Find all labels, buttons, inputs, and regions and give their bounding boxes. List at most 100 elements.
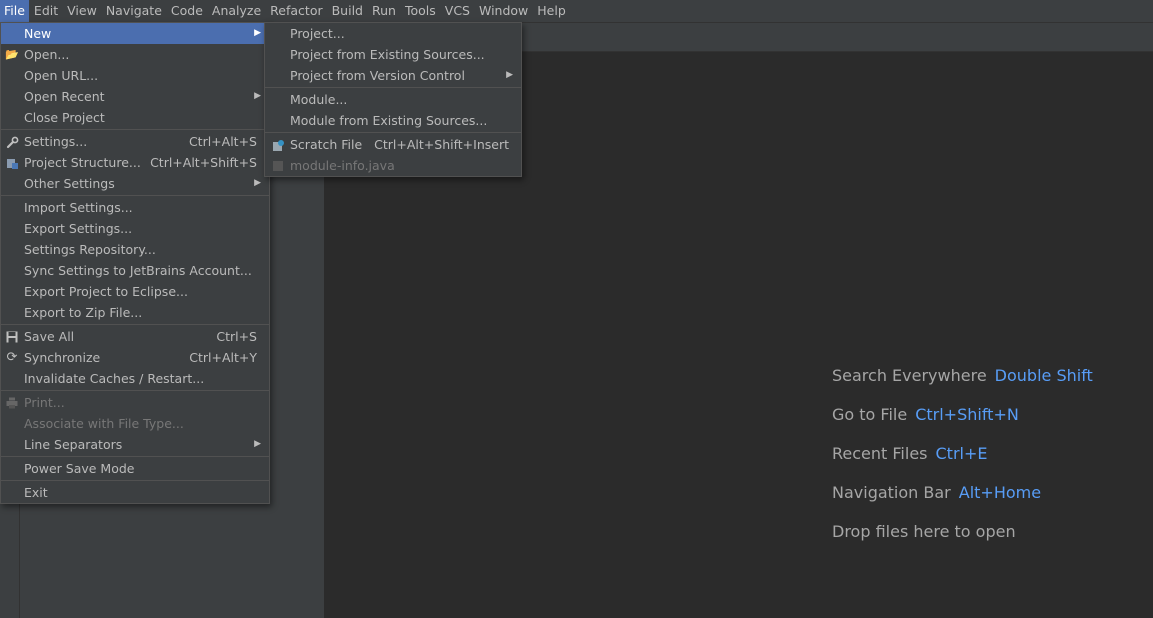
menu-item-label: Associate with File Type... [24,416,184,431]
hint-recent-files: Recent Files Ctrl+E [832,444,1093,483]
menu-analyze[interactable]: Analyze [208,0,265,22]
menu-build[interactable]: Build [328,0,367,22]
menu-separator [1,129,269,130]
menu-item-label: Save All [24,329,75,344]
submenu-arrow-icon: ▶ [506,70,513,80]
menu-item-associate-file-type[interactable]: Associate with File Type... [1,413,269,434]
menu-tools[interactable]: Tools [401,0,440,22]
menu-item-new-project[interactable]: Project... [265,23,521,44]
menu-item-label: Settings Repository... [24,242,156,257]
menu-item-print[interactable]: Print... [1,392,269,413]
menu-item-label: Synchronize [24,350,101,365]
scratch-file-icon [271,134,285,155]
submenu-arrow-icon: ▶ [254,439,261,449]
menu-item-label: Project... [290,26,345,41]
menu-item-import-settings[interactable]: Import Settings... [1,197,269,218]
hint-search-everywhere: Search Everywhere Double Shift [832,366,1093,405]
menu-item-label: Scratch File [290,137,363,152]
menu-item-new-module[interactable]: Module... [265,89,521,110]
menu-edit[interactable]: Edit [30,0,62,22]
menu-item-label: Open... [24,47,70,62]
menu-item-label: Exit [24,485,48,500]
project-structure-icon [5,152,19,173]
menu-item-module-info[interactable]: module-info.java [265,155,521,176]
menu-item-label: Project from Existing Sources... [290,47,485,62]
folder-icon: 📂 [5,48,19,61]
menu-item-shortcut: Ctrl+Alt+Shift+S [150,155,257,170]
menu-refactor[interactable]: Refactor [266,0,326,22]
menu-item-project-version-control[interactable]: Project from Version Control ▶ [265,65,521,86]
menu-item-power-save-mode[interactable]: Power Save Mode [1,458,269,479]
menu-item-project-existing-sources[interactable]: Project from Existing Sources... [265,44,521,65]
hint-label: Search Everywhere [832,366,987,385]
menu-item-open-recent[interactable]: Open Recent ▶ [1,86,269,107]
new-submenu: Project... Project from Existing Sources… [264,22,522,177]
menu-item-sync-settings[interactable]: Sync Settings to JetBrains Account... [1,260,269,281]
menu-item-label: Power Save Mode [24,461,135,476]
menu-item-label: module-info.java [290,158,395,173]
menu-item-label: Close Project [24,110,105,125]
menu-item-shortcut: Ctrl+Alt+Shift+Insert [374,137,509,152]
menu-file[interactable]: File [0,0,29,22]
menu-separator [1,324,269,325]
editor-empty-hints: Search Everywhere Double Shift Go to File… [832,366,1093,561]
menu-item-label: New [24,26,52,41]
wrench-icon [5,131,19,152]
menu-vcs[interactable]: VCS [441,0,474,22]
menu-item-shortcut: Ctrl+S [216,329,257,344]
submenu-arrow-icon: ▶ [254,178,261,188]
menu-separator [1,195,269,196]
menu-window[interactable]: Window [475,0,532,22]
menu-item-label: Module... [290,92,348,107]
menu-item-scratch-file[interactable]: Scratch File Ctrl+Alt+Shift+Insert [265,134,521,155]
menu-item-export-settings[interactable]: Export Settings... [1,218,269,239]
menu-code[interactable]: Code [167,0,207,22]
menu-item-label: Print... [24,395,65,410]
menu-item-export-zip[interactable]: Export to Zip File... [1,302,269,323]
menu-item-export-eclipse[interactable]: Export Project to Eclipse... [1,281,269,302]
menu-item-label: Settings... [24,134,88,149]
menu-item-other-settings[interactable]: Other Settings ▶ [1,173,269,194]
menu-item-label: Project Structure... [24,155,141,170]
java-file-icon [271,155,285,176]
menu-separator [1,390,269,391]
menu-item-label: Module from Existing Sources... [290,113,488,128]
menu-item-label: Import Settings... [24,200,133,215]
hint-go-to-file: Go to File Ctrl+Shift+N [832,405,1093,444]
submenu-arrow-icon: ▶ [254,28,261,38]
hint-label: Go to File [832,405,908,424]
menu-item-save-all[interactable]: Save All Ctrl+S [1,326,269,347]
menu-item-settings-repository[interactable]: Settings Repository... [1,239,269,260]
menu-item-invalidate-caches[interactable]: Invalidate Caches / Restart... [1,368,269,389]
menu-item-label: Line Separators [24,437,123,452]
menu-item-settings[interactable]: Settings... Ctrl+Alt+S [1,131,269,152]
submenu-arrow-icon: ▶ [254,91,261,101]
menu-view[interactable]: View [63,0,101,22]
menu-run[interactable]: Run [368,0,400,22]
menu-item-line-separators[interactable]: Line Separators ▶ [1,434,269,455]
hint-drop-files: Drop files here to open [832,522,1093,561]
menu-separator [265,87,521,88]
hint-navigation-bar: Navigation Bar Alt+Home [832,483,1093,522]
menu-item-label: Export Settings... [24,221,133,236]
hint-label: Recent Files [832,444,928,463]
menu-item-label: Project from Version Control [290,68,465,83]
hint-label: Drop files here to open [832,522,1016,541]
menu-item-module-existing-sources[interactable]: Module from Existing Sources... [265,110,521,131]
menu-help[interactable]: Help [533,0,570,22]
menu-separator [265,132,521,133]
print-icon [5,392,19,413]
menu-item-label: Invalidate Caches / Restart... [24,371,205,386]
menu-item-close-project[interactable]: Close Project [1,107,269,128]
hint-label: Navigation Bar [832,483,951,502]
menu-item-new[interactable]: New ▶ [1,23,269,44]
menu-navigate[interactable]: Navigate [102,0,166,22]
menu-item-label: Other Settings [24,176,115,191]
menu-item-project-structure[interactable]: Project Structure... Ctrl+Alt+Shift+S [1,152,269,173]
menu-item-synchronize[interactable]: ⟳ Synchronize Ctrl+Alt+Y [1,347,269,368]
menu-bar: File Edit View Navigate Code Analyze Ref… [0,0,1153,23]
menu-item-open-url[interactable]: Open URL... [1,65,269,86]
menu-item-exit[interactable]: Exit [1,482,269,503]
menu-item-open[interactable]: 📂 Open... [1,44,269,65]
refresh-icon: ⟳ [6,350,18,365]
